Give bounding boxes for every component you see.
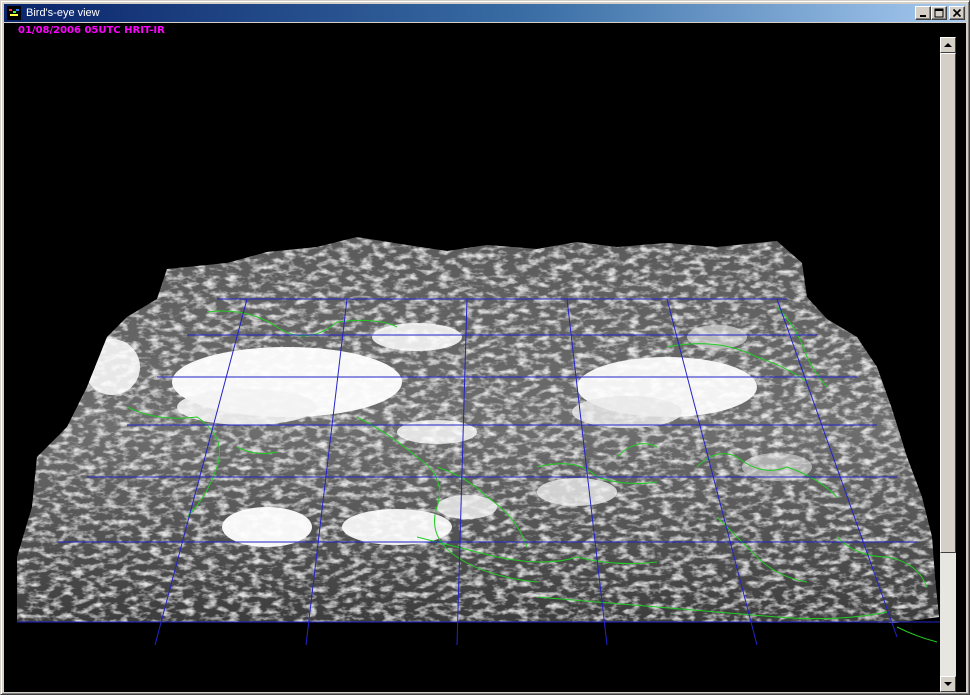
minimize-button[interactable]	[915, 6, 931, 20]
close-icon	[952, 8, 962, 18]
timestamp-label: 01/08/2006 05UTC HRIT-IR	[18, 25, 165, 36]
app-icon[interactable]	[7, 6, 21, 20]
client-area: 01/08/2006 05UTC HRIT-IR	[4, 23, 966, 692]
satellite-terrain-render	[17, 237, 940, 646]
scroll-down-button[interactable]	[940, 676, 956, 692]
scroll-up-button[interactable]	[940, 37, 956, 53]
close-button[interactable]	[949, 6, 965, 20]
arrow-down-icon	[944, 682, 952, 686]
vertical-scrollbar[interactable]	[940, 37, 956, 692]
maximize-button[interactable]	[931, 6, 947, 20]
birds-eye-3d-view[interactable]	[17, 37, 940, 692]
title-bar[interactable]: Bird's-eye view	[4, 4, 966, 22]
window-title: Bird's-eye view	[26, 7, 100, 19]
scrollbar-thumb[interactable]	[940, 53, 956, 553]
birds-eye-window: Bird's-eye view 01/08/2006 05UTC HRIT-IR	[0, 0, 970, 695]
minimize-icon	[920, 15, 926, 17]
terrain-surface	[17, 237, 939, 623]
client-edge	[956, 23, 966, 692]
arrow-up-icon	[944, 43, 952, 47]
maximize-icon	[934, 8, 944, 18]
